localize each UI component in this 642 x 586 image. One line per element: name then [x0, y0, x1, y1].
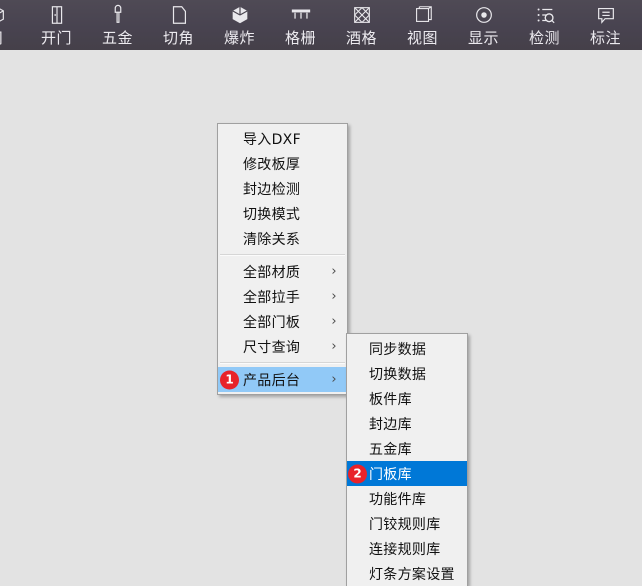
explode-cube-icon [229, 2, 251, 28]
submenu-item-light-strip-settings[interactable]: 灯条方案设置 [347, 561, 467, 586]
toolbar-item-label: 间 [0, 28, 3, 48]
menu-item-all-materials[interactable]: 全部材质 › [218, 259, 347, 284]
toolbar-item-inspect[interactable]: 检测 [514, 0, 575, 50]
toolbar-item-annotation[interactable]: 标注 [575, 0, 636, 50]
product-backend-submenu: 同步数据 切换数据 板件库 封边库 五金库 2 门板库 功能件库 门铰规则库 连… [346, 333, 468, 586]
menu-item-label: 全部材质 [243, 264, 301, 281]
toolbar-item-view[interactable]: 视图 [392, 0, 453, 50]
menu-separator [220, 362, 345, 364]
menu-item-label: 尺寸查询 [243, 339, 301, 356]
chevron-right-icon: › [331, 339, 337, 354]
submenu-item-label: 同步数据 [369, 341, 427, 358]
toolbar-item-label: 显示 [467, 29, 499, 47]
submenu-item-label: 板件库 [369, 391, 412, 408]
submenu-item-edge-library[interactable]: 封边库 [347, 411, 467, 436]
display-eye-icon [473, 2, 495, 28]
toolbar-item-explode[interactable]: 爆炸 [209, 0, 270, 50]
submenu-item-label: 门铰规则库 [369, 516, 441, 533]
toolbar-item-label: 视图 [406, 29, 438, 47]
submenu-item-label: 切换数据 [369, 366, 427, 383]
toolbar-item-open-door[interactable]: 开门 [26, 0, 87, 50]
toolbar-item-wine-rack[interactable]: 酒格 [331, 0, 392, 50]
chevron-right-icon: › [331, 372, 337, 387]
toolbar-item-label: 开门 [40, 29, 72, 47]
menu-item-label: 切换模式 [243, 206, 301, 223]
grille-icon [289, 2, 313, 28]
toolbar-item-hardware[interactable]: 五金 [87, 0, 148, 50]
step-badge-2: 2 [348, 464, 367, 483]
toolbar-item-label: 酒格 [345, 29, 377, 47]
chevron-right-icon: › [331, 264, 337, 279]
chevron-right-icon: › [331, 314, 337, 329]
corner-cut-page-icon [168, 2, 190, 28]
menu-item-label: 修改板厚 [243, 156, 301, 173]
toolbar-item-space[interactable]: 间 [0, 0, 26, 50]
cube-space-icon [0, 2, 7, 28]
hardware-screw-icon [107, 2, 129, 28]
inspect-list-icon [534, 2, 556, 28]
submenu-item-label: 功能件库 [369, 491, 427, 508]
toolbar-item-settings[interactable]: 设 [636, 0, 642, 50]
step-badge-1: 1 [220, 370, 239, 389]
annotation-bubble-icon [595, 2, 617, 28]
main-toolbar: 间 开门 五金 切角 [0, 0, 642, 50]
toolbar-item-label: 五金 [101, 29, 133, 47]
menu-item-label: 全部门板 [243, 314, 301, 331]
submenu-item-panel-library[interactable]: 板件库 [347, 386, 467, 411]
menu-item-edge-detection[interactable]: 封边检测 [218, 176, 347, 201]
submenu-item-label: 五金库 [369, 441, 412, 458]
toolbar-item-label: 爆炸 [223, 29, 255, 47]
menu-item-clear-relations[interactable]: 清除关系 [218, 226, 347, 251]
main-context-menu: 导入DXF 修改板厚 封边检测 切换模式 清除关系 全部材质 › 全部拉手 › … [217, 123, 348, 395]
submenu-item-hinge-rule-library[interactable]: 门铰规则库 [347, 511, 467, 536]
submenu-item-connection-rule-library[interactable]: 连接规则库 [347, 536, 467, 561]
submenu-item-sync-data[interactable]: 同步数据 [347, 336, 467, 361]
submenu-item-hardware-library[interactable]: 五金库 [347, 436, 467, 461]
submenu-item-door-panel-library[interactable]: 2 门板库 [347, 461, 467, 486]
submenu-item-switch-data[interactable]: 切换数据 [347, 361, 467, 386]
wine-rack-icon [351, 2, 373, 28]
menu-item-switch-mode[interactable]: 切换模式 [218, 201, 347, 226]
toolbar-item-grille[interactable]: 格栅 [270, 0, 331, 50]
open-door-icon [46, 2, 68, 28]
menu-item-all-doors[interactable]: 全部门板 › [218, 309, 347, 334]
chevron-right-icon: › [331, 289, 337, 304]
toolbar-item-display[interactable]: 显示 [453, 0, 514, 50]
menu-separator [220, 254, 345, 256]
view-box-icon [412, 2, 434, 28]
toolbar-item-label: 检测 [528, 29, 560, 47]
submenu-item-label: 灯条方案设置 [369, 566, 455, 583]
menu-item-label: 导入DXF [243, 131, 301, 148]
submenu-item-label: 连接规则库 [369, 541, 441, 558]
toolbar-item-label: 切角 [162, 29, 194, 47]
toolbar-item-corner-cut[interactable]: 切角 [148, 0, 209, 50]
menu-item-label: 全部拉手 [243, 289, 301, 306]
toolbar-item-label: 标注 [589, 29, 621, 47]
menu-item-product-backend[interactable]: 1 产品后台 › [218, 367, 347, 392]
toolbar-item-label: 格栅 [284, 29, 316, 47]
submenu-item-functional-parts-library[interactable]: 功能件库 [347, 486, 467, 511]
menu-item-dimension-query[interactable]: 尺寸查询 › [218, 334, 347, 359]
submenu-item-label: 封边库 [369, 416, 412, 433]
menu-item-all-handles[interactable]: 全部拉手 › [218, 284, 347, 309]
menu-item-label: 清除关系 [243, 231, 301, 248]
menu-item-import-dxf[interactable]: 导入DXF [218, 126, 347, 151]
menu-item-label: 封边检测 [243, 181, 301, 198]
menu-item-modify-thickness[interactable]: 修改板厚 [218, 151, 347, 176]
